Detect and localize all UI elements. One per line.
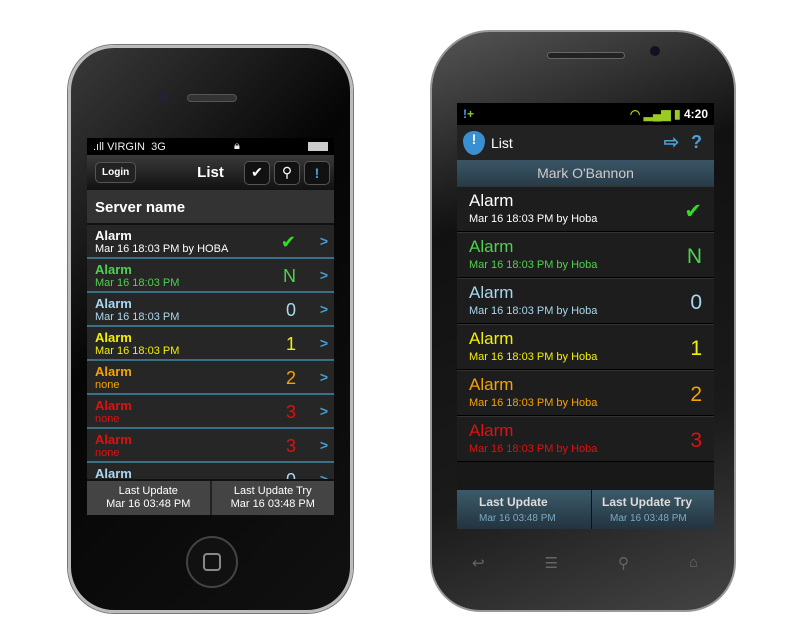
severity-badge: 0	[285, 300, 296, 320]
carrier-status: .ıll VIRGIN 3G	[93, 140, 166, 153]
list-item[interactable]: Alarm Mar 16 18:03 PM N >	[87, 259, 334, 293]
list-item[interactable]: Alarm none 2 >	[87, 361, 334, 395]
android-device: !+ ◠ ▂▄▆ ▮ 4:20 ! List ⇨ ? Mark O'Bannon…	[430, 30, 736, 612]
last-update-try: Last Update Try Mar 16 03:48 PM	[209, 481, 335, 515]
severity-badge: 2	[690, 383, 702, 406]
iphone-screen: .ıll VIRGIN 3G 🔒︎ Login List ✔ ⚲ ! Serve…	[87, 138, 334, 515]
clock: 4:20	[683, 107, 708, 121]
chevron-right-icon: >	[319, 369, 328, 385]
chevron-right-icon: >	[319, 233, 328, 249]
signal-icon: .ıll	[93, 140, 108, 153]
action-bar: ! List ⇨ ?	[457, 125, 714, 160]
chevron-right-icon: >	[319, 267, 328, 283]
search-icon[interactable]: ⚲	[274, 160, 300, 185]
severity-badge: 3	[285, 436, 296, 456]
alarm-title: Alarm	[469, 191, 514, 210]
iphone-device: .ıll VIRGIN 3G 🔒︎ Login List ✔ ⚲ ! Serve…	[68, 45, 353, 613]
last-update: Last Update Mar 16 03:48 PM	[106, 485, 191, 510]
alert-shield-icon[interactable]: !	[304, 160, 330, 185]
last-update-try: Last Update Try Mar 16 03:48 PM	[591, 490, 714, 529]
severity-badge: 1	[690, 337, 702, 360]
wifi-icon: ◠	[629, 107, 641, 121]
home-button[interactable]	[186, 536, 238, 588]
alarm-title: Alarm	[469, 375, 514, 394]
menu-icon[interactable]: ☰	[545, 554, 558, 572]
severity-badge: 1	[285, 334, 296, 354]
severity-badge: N	[283, 266, 296, 286]
footer: Last Update Mar 16 03:48 PM Last Update T…	[457, 490, 714, 529]
chevron-right-icon: >	[319, 301, 328, 317]
camera	[650, 46, 660, 56]
list-item[interactable]: Alarm none 3 >	[87, 429, 334, 463]
camera	[157, 92, 168, 103]
app-notification-icon: !+	[463, 107, 475, 121]
user-name-header: Mark O'Bannon	[457, 160, 714, 186]
list-item[interactable]: Alarm Mar 16 18:03 PM by HOBA ✔ >	[87, 225, 334, 259]
page-title: List	[491, 134, 513, 151]
search-icon[interactable]: ⚲	[618, 554, 629, 572]
alarm-subtitle: Mar 16 18:03 PM by Hoba	[469, 259, 598, 271]
battery-icon: ▮	[674, 107, 681, 121]
help-icon[interactable]: ?	[691, 132, 702, 153]
severity-badge: 3	[690, 429, 702, 452]
soft-keys: ↩ ☰ ⚲ ⌂	[472, 554, 698, 572]
checkmark-icon: ✔	[280, 232, 296, 252]
status-bar: !+ ◠ ▂▄▆ ▮ 4:20	[457, 103, 714, 125]
back-icon[interactable]: ↩	[472, 554, 485, 572]
checkmark-icon: ✔	[684, 200, 702, 223]
alarm-title: Alarm	[469, 421, 514, 440]
list-item[interactable]: Alarm Mar 16 18:03 PM by Hoba N	[457, 232, 714, 278]
lock-icon: 🔒︎	[233, 140, 240, 152]
list-item[interactable]: Alarm Mar 16 18:03 PM by Hoba 1	[457, 324, 714, 370]
logout-icon[interactable]: ⇨	[664, 132, 679, 153]
alarm-subtitle: Mar 16 18:03 PM by Hoba	[469, 305, 598, 317]
list-item[interactable]: Alarm Mar 16 18:03 PM by Hoba 2	[457, 370, 714, 416]
server-name-header: Server name	[87, 190, 334, 225]
list-item[interactable]: Alarm none 3 >	[87, 395, 334, 429]
signal-icon: ▂▄▆	[643, 107, 671, 121]
nav-bar: Login List ✔ ⚲ !	[87, 155, 334, 190]
list-item[interactable]: Alarm Mar 16 18:03 PM by Hoba 0	[457, 278, 714, 324]
alarm-subtitle: Mar 16 18:03 PM by Hoba	[469, 397, 598, 409]
alarm-subtitle: Mar 16 18:03 PM by Hoba	[469, 213, 598, 225]
alarm-title: Alarm	[469, 329, 514, 348]
severity-badge: 2	[285, 368, 296, 388]
chevron-right-icon: >	[319, 335, 328, 351]
last-update: Last Update Mar 16 03:48 PM	[479, 495, 556, 524]
login-button[interactable]: Login	[95, 162, 137, 183]
list-item[interactable]: Alarm Mar 16 18:03 PM by Hoba ✔	[457, 186, 714, 232]
footer: Last Update Mar 16 03:48 PM Last Update T…	[87, 479, 334, 515]
chevron-right-icon: >	[319, 437, 328, 453]
android-screen: !+ ◠ ▂▄▆ ▮ 4:20 ! List ⇨ ? Mark O'Bannon…	[457, 103, 714, 529]
app-logo-icon: !	[463, 130, 485, 155]
severity-badge: 0	[690, 291, 702, 314]
list-item[interactable]: Alarm Mar 16 18:03 PM 1 >	[87, 327, 334, 361]
checkmark-icon[interactable]: ✔	[244, 160, 270, 185]
chevron-right-icon: >	[319, 403, 328, 419]
status-bar: .ıll VIRGIN 3G 🔒︎	[87, 138, 334, 155]
severity-badge: 3	[285, 402, 296, 422]
alarm-title: Alarm	[469, 283, 514, 302]
battery-icon	[307, 142, 328, 151]
list-item[interactable]: Alarm Mar 16 18:03 PM by Hoba 3	[457, 416, 714, 462]
speaker-grille	[187, 94, 237, 102]
alarm-subtitle: Mar 16 18:03 PM by Hoba	[469, 443, 598, 455]
speaker-grille	[547, 52, 625, 59]
alarm-title: Alarm	[469, 237, 514, 256]
alarm-subtitle: Mar 16 18:03 PM by Hoba	[469, 351, 598, 363]
severity-badge: N	[686, 245, 702, 268]
home-icon[interactable]: ⌂	[689, 554, 698, 572]
list-item[interactable]: Alarm Mar 16 18:03 PM 0 >	[87, 293, 334, 327]
